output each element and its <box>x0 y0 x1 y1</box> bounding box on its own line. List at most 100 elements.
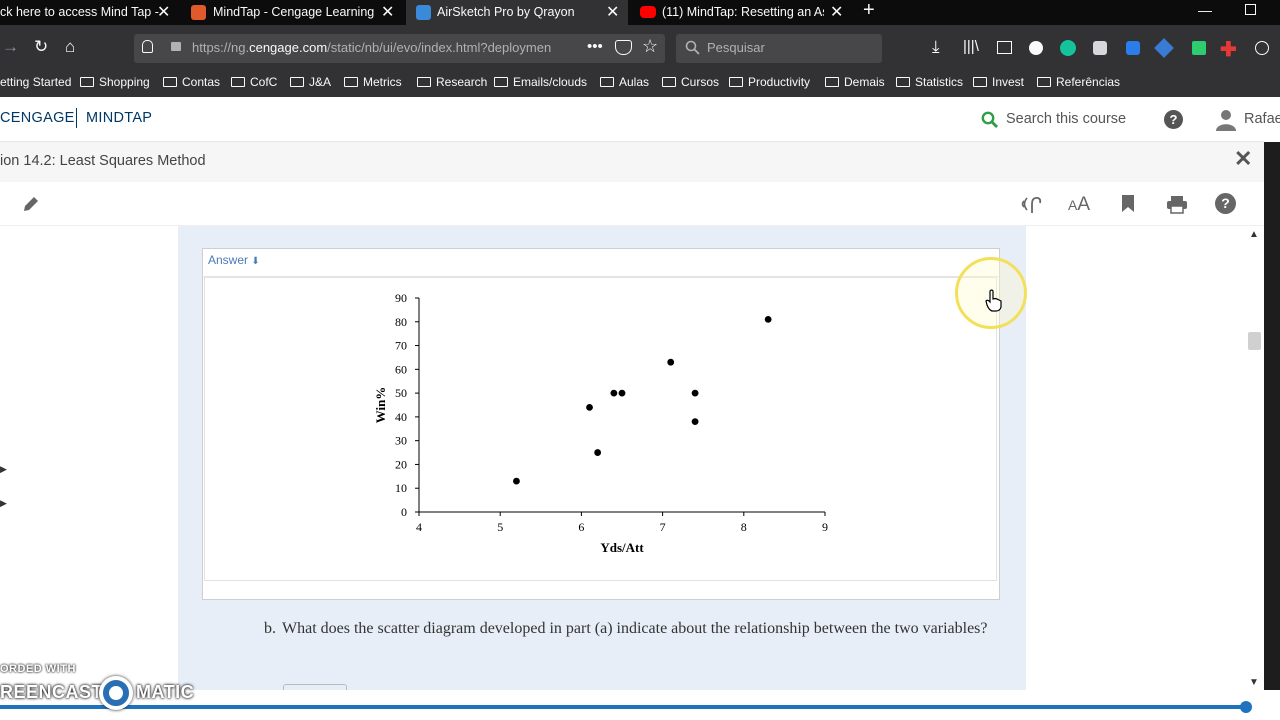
account-icon[interactable] <box>1029 41 1043 55</box>
bookmark-item[interactable]: Aulas <box>600 75 649 89</box>
bookmark-item[interactable]: J&A <box>290 75 331 89</box>
course-search-label[interactable]: Search this course <box>1006 111 1126 127</box>
bookmark-item[interactable]: Research <box>417 75 487 89</box>
y-tick-label: 0 <box>401 505 407 519</box>
answer-label[interactable]: Answer ⬇ <box>208 253 260 267</box>
bookmark-item[interactable]: Contas <box>163 75 220 89</box>
scroll-down-icon[interactable]: ▼ <box>1249 677 1259 688</box>
folder-icon <box>163 77 177 87</box>
lock-icon[interactable] <box>171 42 181 51</box>
close-tab-icon[interactable]: ✕ <box>606 0 619 25</box>
bookmark-item[interactable]: Cursos <box>662 75 719 89</box>
forward-arrow-icon[interactable]: → <box>2 35 19 59</box>
bookmark-item[interactable]: Referências <box>1037 75 1120 89</box>
x-tick-label: 7 <box>660 520 666 534</box>
user-name[interactable]: Rafae <box>1244 111 1280 127</box>
sidebar-icon[interactable] <box>997 41 1012 54</box>
bookmark-item[interactable]: etting Started <box>0 75 71 89</box>
x-tick-label: 4 <box>416 520 422 534</box>
window-edge <box>1264 142 1280 690</box>
side-arrow-icon[interactable]: ▶ <box>0 498 7 509</box>
page-actions-icon[interactable]: ••• <box>587 38 603 55</box>
extension-red-cross-icon[interactable]: ✚ <box>1220 37 1237 62</box>
folder-icon <box>231 77 245 87</box>
search-icon <box>685 40 700 55</box>
watermark-screencast: REENCAST <box>0 682 104 702</box>
scrollbar-thumb[interactable] <box>1248 332 1261 350</box>
extension-badge-icon[interactable] <box>1126 41 1140 55</box>
help-icon[interactable]: ? <box>1164 110 1183 129</box>
content-scrollbar[interactable] <box>1243 226 1264 690</box>
tab-title: MindTap - Cengage Learning <box>213 5 375 19</box>
read-aloud-icon[interactable] <box>1020 193 1044 215</box>
home-icon[interactable]: ⌂ <box>65 35 75 59</box>
browser-tab-2[interactable]: MindTap - Cengage Learning ✕ <box>181 0 406 25</box>
user-avatar-icon[interactable] <box>1214 108 1238 132</box>
close-tab-icon[interactable]: ✕ <box>830 0 843 25</box>
bookmark-item[interactable]: Invest <box>973 75 1024 89</box>
print-icon[interactable] <box>1166 195 1188 214</box>
maximize-window-icon[interactable] <box>1245 4 1256 15</box>
scatter-chart: 0 10 20 30 40 50 60 70 80 90 4 5 6 7 8 9 Yds/Att Win% <box>373 291 828 555</box>
browser-tab-4[interactable]: (11) MindTap: Resetting an Ass ✕ <box>630 0 855 25</box>
extension-circle-icon[interactable] <box>1255 41 1269 55</box>
browser-tab-1[interactable]: ck here to access Mind Tap - ✕ <box>0 0 180 25</box>
library-icon[interactable]: |||\ <box>963 38 979 55</box>
folder-icon <box>825 77 839 87</box>
folder-icon <box>290 77 304 87</box>
brand-mindtap[interactable]: MINDTAP <box>86 110 152 126</box>
bookmark-item[interactable]: Productivity <box>729 75 810 89</box>
airsketch-favicon-icon <box>416 5 431 20</box>
reload-icon[interactable]: ↻ <box>34 35 48 59</box>
extension-puzzle-icon[interactable] <box>1093 41 1107 55</box>
new-tab-button[interactable]: + <box>863 0 875 22</box>
browser-tab-3[interactable]: AirSketch Pro by Qrayon ✕ <box>406 0 628 25</box>
x-tick-label: 5 <box>497 520 503 534</box>
screencast-logo-icon <box>99 676 133 710</box>
answer-tab[interactable]: Answer ⬇ <box>203 249 999 277</box>
youtube-favicon-icon <box>640 6 656 18</box>
minimize-window-icon[interactable]: — <box>1198 2 1212 18</box>
downloads-icon[interactable]: ⤓ <box>932 37 940 57</box>
folder-icon <box>662 77 676 87</box>
recording-progress-bar[interactable] <box>0 705 1246 709</box>
course-search-icon[interactable] <box>981 111 999 129</box>
reader-help-icon[interactable]: ? <box>1215 193 1236 214</box>
folder-icon <box>729 77 743 87</box>
text-size-icon[interactable]: AA <box>1068 194 1090 216</box>
y-tick-label: 80 <box>395 315 407 329</box>
tracking-shield-icon[interactable] <box>142 40 153 53</box>
arrow-down-icon: ⬇ <box>251 256 260 267</box>
bookmark-item[interactable]: Statistics <box>896 75 963 89</box>
x-tick-label: 9 <box>822 520 828 534</box>
close-tab-icon[interactable]: ✕ <box>157 0 170 25</box>
close-tab-icon[interactable]: ✕ <box>381 0 394 25</box>
recording-progress-handle[interactable] <box>1240 701 1252 713</box>
bookmark-icon[interactable] <box>1121 194 1135 213</box>
folder-icon <box>600 77 614 87</box>
y-tick-label: 90 <box>395 291 407 305</box>
close-activity-icon[interactable]: ✕ <box>1234 146 1252 172</box>
bookmark-item[interactable]: Metrics <box>344 75 402 89</box>
pencil-icon[interactable] <box>21 194 41 214</box>
grammarly-icon[interactable] <box>1060 40 1076 56</box>
x-tick-label: 8 <box>741 520 747 534</box>
watermark-recorded-with: ORDED WITH <box>0 663 76 675</box>
pocket-icon[interactable] <box>615 40 632 55</box>
y-axis-label: Win% <box>373 387 388 424</box>
bookmark-item[interactable]: Demais <box>825 75 885 89</box>
brand-cengage[interactable]: CENGAGE <box>0 110 75 126</box>
extension-green-icon[interactable] <box>1192 41 1206 55</box>
search-input[interactable]: Pesquisar <box>707 40 765 55</box>
bookmark-item[interactable]: CofC <box>231 75 277 89</box>
data-point <box>691 389 699 397</box>
question-text: What does the scatter diagram developed … <box>282 620 988 637</box>
bookmark-item[interactable]: Shopping <box>80 75 150 89</box>
y-tick-label: 10 <box>395 481 407 495</box>
bookmark-star-icon[interactable]: ☆ <box>642 36 658 57</box>
data-point <box>691 418 699 426</box>
side-arrow-icon[interactable]: ▶ <box>0 464 7 475</box>
scroll-up-icon[interactable]: ▲ <box>1249 229 1259 240</box>
bookmark-item[interactable]: Emails/clouds <box>494 75 587 89</box>
folder-icon <box>344 77 358 87</box>
